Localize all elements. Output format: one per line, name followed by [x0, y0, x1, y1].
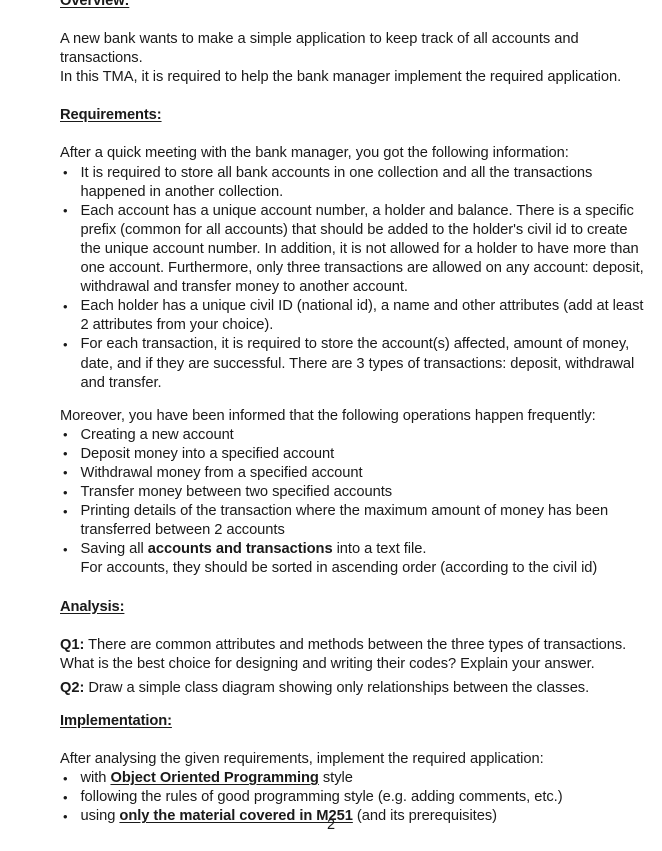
- list-item: Each account has a unique account number…: [60, 201, 645, 297]
- section-heading-implementation: Implementation:: [60, 712, 172, 729]
- list-item: Transfer money between two specified acc…: [60, 483, 645, 502]
- q1-text: There are common attributes and methods …: [60, 636, 627, 672]
- q2-text: Draw a simple class diagram showing only…: [84, 679, 590, 696]
- page-number: 2: [326, 817, 336, 833]
- overview-paragraph-line-1: A new bank wants to make a simple applic…: [60, 31, 579, 67]
- question-q1: Q1: There are common attributes and meth…: [60, 636, 645, 674]
- list-item: following the rules of good programming …: [60, 788, 645, 807]
- document-page: Overview: A new bank wants to make a sim…: [0, 0, 662, 851]
- impl-prefix-0: with: [80, 770, 111, 787]
- impl-suffix-0: style: [318, 770, 353, 787]
- saving-emphasis: accounts and transactions: [147, 541, 333, 558]
- operations-bullet-list: Creating a new account Deposit money int…: [60, 425, 645, 579]
- saving-suffix: into a text file.: [332, 541, 427, 558]
- overview-paragraph: A new bank wants to make a simple applic…: [60, 30, 645, 87]
- list-item-saving: Saving all accounts and transactions int…: [60, 540, 645, 578]
- implementation-intro: After analysing the given requirements, …: [60, 751, 544, 767]
- list-item: It is required to store all bank account…: [60, 163, 645, 202]
- q2-label: Q2:: [60, 679, 85, 696]
- list-item: Creating a new account: [60, 425, 645, 445]
- requirements-intro: After a quick meeting with the bank mana…: [60, 145, 569, 162]
- saving-bullet-line-1: Saving all accounts and transactions int…: [81, 540, 646, 559]
- list-item: Deposit money into a specified account: [60, 444, 645, 464]
- impl-prefix-1: following the rules of good programming …: [80, 789, 563, 806]
- section-heading-requirements: Requirements:: [60, 107, 162, 124]
- section-heading-analysis: Analysis:: [60, 598, 125, 615]
- question-q2: Q2: Draw a simple class diagram showing …: [60, 679, 645, 698]
- list-item: Withdrawal money from a specified accoun…: [60, 463, 645, 483]
- overview-paragraph-line-2: In this TMA, it is required to help the …: [60, 69, 622, 86]
- operations-intro: Moreover, you have been informed that th…: [60, 407, 596, 424]
- list-item: with Object Oriented Programming style: [60, 769, 645, 788]
- requirements-bullet-list: It is required to store all bank account…: [60, 163, 645, 393]
- list-item: Each holder has a unique civil ID (natio…: [60, 297, 645, 335]
- saving-bullet-line-2: For accounts, they should be sorted in a…: [80, 560, 598, 577]
- q1-label: Q1:: [60, 636, 85, 653]
- saving-prefix: Saving all: [80, 541, 148, 558]
- impl-emphasis-0: Object Oriented Programming: [110, 770, 319, 787]
- section-heading-overview: Overview:: [60, 0, 130, 9]
- list-item: For each transaction, it is required to …: [60, 335, 645, 392]
- list-item: Printing details of the transaction wher…: [60, 502, 645, 540]
- document-body: Overview: A new bank wants to make a sim…: [60, 0, 645, 826]
